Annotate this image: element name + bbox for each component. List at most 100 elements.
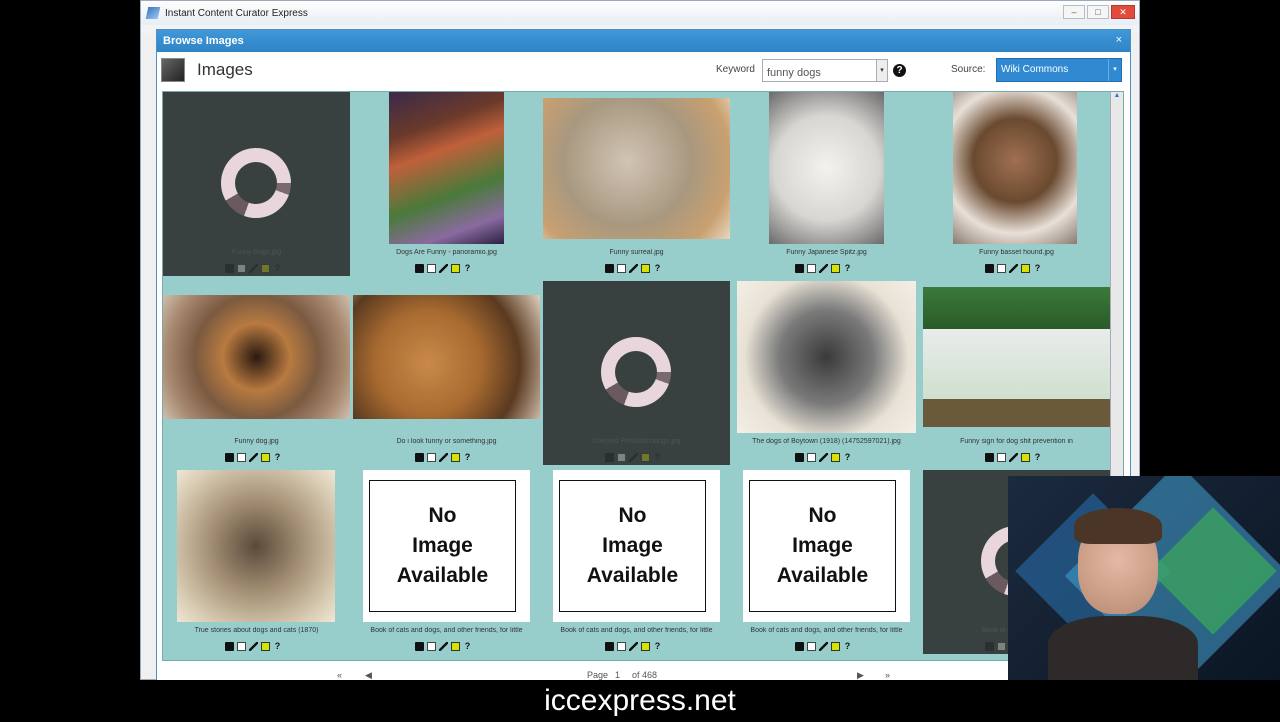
save-icon[interactable] xyxy=(415,641,424,651)
copy-icon[interactable] xyxy=(807,641,816,651)
image-thumbnail[interactable] xyxy=(389,92,504,244)
help-icon[interactable]: ? xyxy=(273,452,282,462)
save-icon[interactable] xyxy=(605,641,614,651)
edit-icon[interactable] xyxy=(819,263,828,273)
maximize-button[interactable]: □ xyxy=(1087,5,1109,19)
copy-icon[interactable] xyxy=(427,452,436,462)
tag-icon[interactable] xyxy=(451,641,460,651)
image-card[interactable]: Funny surreal.jpg? xyxy=(543,92,730,276)
tag-icon[interactable] xyxy=(1021,452,1030,462)
help-icon[interactable]: ? xyxy=(273,641,282,651)
source-dropdown-arrow-icon[interactable]: ▾ xyxy=(1108,59,1121,81)
copy-icon[interactable] xyxy=(997,452,1006,462)
edit-icon[interactable] xyxy=(629,263,638,273)
keyword-input[interactable] xyxy=(762,59,880,82)
copy-icon[interactable] xyxy=(237,641,246,651)
first-page-button[interactable]: « xyxy=(337,670,342,680)
image-thumbnail[interactable] xyxy=(737,281,916,433)
copy-icon[interactable] xyxy=(237,263,246,273)
help-icon[interactable]: ? xyxy=(273,263,282,273)
help-icon[interactable]: ? xyxy=(843,263,852,273)
close-window-button[interactable]: ✕ xyxy=(1111,5,1135,19)
image-thumbnail[interactable] xyxy=(163,295,350,419)
help-icon[interactable]: ? xyxy=(463,641,472,651)
image-card[interactable]: Funny Dogs.jpg? xyxy=(163,92,350,276)
edit-icon[interactable] xyxy=(439,263,448,273)
image-card[interactable]: No Image Available Book of cats and dogs, a… xyxy=(733,470,920,654)
image-card[interactable]: True stories about dogs and cats (1870)? xyxy=(163,470,350,654)
save-icon[interactable] xyxy=(225,641,234,651)
copy-icon[interactable] xyxy=(617,263,626,273)
edit-icon[interactable] xyxy=(819,641,828,651)
image-card[interactable]: Funny sign for dog shit prevention in? xyxy=(923,281,1110,465)
tag-icon[interactable] xyxy=(451,263,460,273)
minimize-button[interactable]: – xyxy=(1063,5,1085,19)
save-icon[interactable] xyxy=(795,263,804,273)
save-icon[interactable] xyxy=(795,452,804,462)
tag-icon[interactable] xyxy=(261,641,270,651)
image-card[interactable]: Funny basset hound.jpg? xyxy=(923,92,1110,276)
edit-icon[interactable] xyxy=(249,641,258,651)
edit-icon[interactable] xyxy=(1009,452,1018,462)
image-thumbnail[interactable] xyxy=(769,92,884,244)
image-card[interactable]: Funny dog.jpg? xyxy=(163,281,350,465)
help-icon[interactable]: ? xyxy=(1033,263,1042,273)
image-card[interactable]: Do i look funny or something.jpg? xyxy=(353,281,540,465)
copy-icon[interactable] xyxy=(997,263,1006,273)
help-icon[interactable]: ? xyxy=(463,263,472,273)
image-card[interactable]: Funny Japanese Spitz.jpg? xyxy=(733,92,920,276)
copy-icon[interactable] xyxy=(237,452,246,462)
save-icon[interactable] xyxy=(225,263,234,273)
save-icon[interactable] xyxy=(415,263,424,273)
save-icon[interactable] xyxy=(605,452,614,462)
tag-icon[interactable] xyxy=(261,452,270,462)
source-select[interactable]: Wiki Commons ▾ xyxy=(996,58,1122,82)
save-icon[interactable] xyxy=(985,641,994,651)
tag-icon[interactable] xyxy=(641,452,650,462)
edit-icon[interactable] xyxy=(439,641,448,651)
copy-icon[interactable] xyxy=(997,641,1006,651)
edit-icon[interactable] xyxy=(249,263,258,273)
scroll-up-icon[interactable]: ▲ xyxy=(1111,92,1123,104)
image-card[interactable]: The dogs of Boytown (1918) (14752597021)… xyxy=(733,281,920,465)
image-thumbnail[interactable] xyxy=(953,92,1077,244)
copy-icon[interactable] xyxy=(427,263,436,273)
tag-icon[interactable] xyxy=(451,452,460,462)
save-icon[interactable] xyxy=(985,263,994,273)
help-icon[interactable]: ? xyxy=(843,452,852,462)
image-thumbnail[interactable] xyxy=(177,470,335,622)
tag-icon[interactable] xyxy=(831,263,840,273)
copy-icon[interactable] xyxy=(617,641,626,651)
help-icon[interactable]: ? xyxy=(893,64,906,77)
copy-icon[interactable] xyxy=(427,641,436,651)
page-input[interactable]: 1 xyxy=(615,670,620,680)
tag-icon[interactable] xyxy=(831,452,840,462)
image-thumbnail[interactable] xyxy=(353,295,540,419)
tag-icon[interactable] xyxy=(641,263,650,273)
image-card[interactable]: No Image Available Book of cats and dogs, a… xyxy=(353,470,540,654)
copy-icon[interactable] xyxy=(807,452,816,462)
keyword-dropdown-arrow-icon[interactable]: ▾ xyxy=(876,59,888,82)
save-icon[interactable] xyxy=(415,452,424,462)
edit-icon[interactable] xyxy=(1009,263,1018,273)
dialog-close-button[interactable]: × xyxy=(1116,34,1122,46)
last-page-button[interactable]: » xyxy=(885,670,890,680)
save-icon[interactable] xyxy=(985,452,994,462)
edit-icon[interactable] xyxy=(439,452,448,462)
image-card[interactable]: Dressed PetsWatchdogs.jpg? xyxy=(543,281,730,465)
edit-icon[interactable] xyxy=(249,452,258,462)
help-icon[interactable]: ? xyxy=(653,452,662,462)
image-thumbnail[interactable] xyxy=(923,287,1110,427)
copy-icon[interactable] xyxy=(617,452,626,462)
tag-icon[interactable] xyxy=(261,263,270,273)
help-icon[interactable]: ? xyxy=(653,263,662,273)
tag-icon[interactable] xyxy=(641,641,650,651)
image-gallery[interactable]: ▲ Funny Dogs.jpg? Dogs Are Funny - panora… xyxy=(162,91,1124,661)
help-icon[interactable]: ? xyxy=(463,452,472,462)
save-icon[interactable] xyxy=(795,641,804,651)
help-icon[interactable]: ? xyxy=(1033,452,1042,462)
edit-icon[interactable] xyxy=(629,452,638,462)
help-icon[interactable]: ? xyxy=(843,641,852,651)
tag-icon[interactable] xyxy=(831,641,840,651)
save-icon[interactable] xyxy=(225,452,234,462)
